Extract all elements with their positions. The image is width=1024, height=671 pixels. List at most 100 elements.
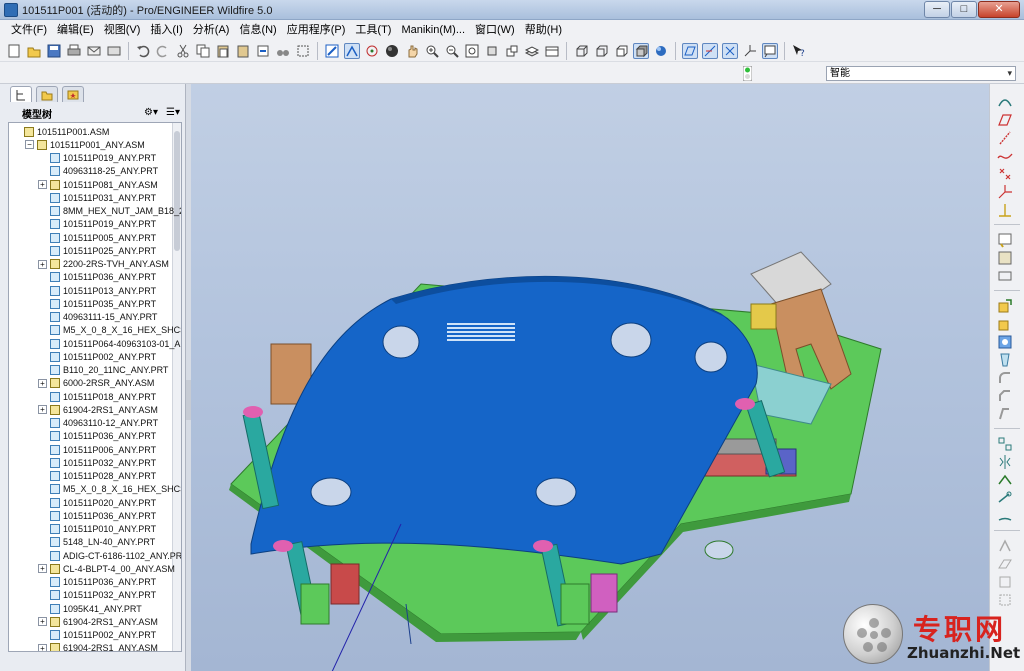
tree-row[interactable]: 101511P006_ANY.PRT (50, 443, 156, 456)
find-icon[interactable] (275, 43, 291, 59)
tree-show-button[interactable]: ☰▾ (162, 106, 184, 120)
tree-expander[interactable]: + (38, 259, 47, 269)
tree-row[interactable]: 101511P010_ANY.PRT (50, 523, 156, 536)
menu-item[interactable]: 视图(V) (99, 20, 146, 40)
refit-icon[interactable] (464, 43, 480, 59)
tree-row[interactable]: 101511P036_ANY.PRT (50, 576, 156, 589)
tree-row[interactable]: 40963110-12_ANY.PRT (50, 417, 158, 430)
open-folder-icon[interactable] (26, 43, 42, 59)
component-icon[interactable] (997, 250, 1013, 266)
context-help-icon[interactable]: ? (791, 43, 807, 59)
email-attach-icon[interactable] (106, 43, 122, 59)
tree-row[interactable]: 40963118-25_ANY.PRT (50, 165, 158, 178)
tree-row[interactable]: 101511P002_ANY.PRT (50, 350, 156, 363)
tree-row[interactable]: +6000-2RSR_ANY.ASM (38, 377, 154, 390)
save-icon[interactable] (46, 43, 62, 59)
solidify-icon[interactable] (997, 574, 1013, 590)
enhanced-realism-icon[interactable] (653, 43, 669, 59)
tree-row[interactable]: 101511P013_ANY.PRT (50, 284, 156, 297)
menu-item[interactable]: Manikin(M)... (396, 20, 470, 40)
tree-expander[interactable]: + (38, 378, 47, 388)
tree-row[interactable]: 101511P020_ANY.PRT (50, 496, 156, 509)
shading-icon[interactable] (633, 42, 649, 59)
extend-icon[interactable] (997, 508, 1013, 524)
hole-icon[interactable] (997, 334, 1013, 350)
mirror-icon[interactable] (997, 454, 1013, 470)
trim-icon[interactable] (997, 490, 1013, 506)
display-style-icon[interactable] (384, 43, 400, 59)
tree-expander[interactable]: + (38, 180, 47, 189)
wireframe-icon[interactable] (573, 43, 589, 59)
tree-row[interactable]: +2200-2RS-TVH_ANY.ASM (38, 258, 169, 271)
repaint-icon[interactable] (324, 43, 340, 59)
tree-expander[interactable]: + (38, 617, 47, 627)
menu-item[interactable]: 编辑(E) (52, 20, 99, 40)
tree-row[interactable]: B110_20_11NC_ANY.PRT (50, 364, 168, 377)
regenerate-icon[interactable] (255, 43, 271, 59)
minimize-button[interactable]: ─ (924, 0, 950, 18)
cut-icon[interactable] (175, 43, 191, 59)
undo-icon[interactable] (135, 43, 151, 59)
tree-row[interactable]: M5_X_0_8_X_16_HEX_SHCS_AN (50, 483, 181, 496)
tree-expander[interactable]: + (38, 405, 47, 415)
chamfer-icon[interactable] (997, 388, 1013, 404)
datum-sketch-icon[interactable] (997, 94, 1013, 110)
tree-row[interactable]: 1095K41_ANY.PRT (50, 602, 142, 615)
selection-filter-select[interactable]: 智能 (826, 66, 1016, 81)
no-hidden-icon[interactable] (613, 43, 629, 59)
saved-views-icon[interactable] (504, 43, 520, 59)
paste-special-icon[interactable] (235, 43, 251, 59)
datum-axes-icon[interactable] (702, 42, 718, 59)
merge-icon[interactable] (997, 472, 1013, 488)
pan-hand-icon[interactable] (404, 43, 420, 59)
menu-item[interactable]: 分析(A) (188, 20, 235, 40)
tree-row[interactable]: 101511P001.ASM (24, 125, 109, 138)
tree-row[interactable]: +61904-2RS1_ANY.ASM (38, 615, 158, 628)
tree-row[interactable]: 101511P036_ANY.PRT (50, 271, 156, 284)
skeleton-icon[interactable] (997, 268, 1013, 284)
close-button[interactable]: ✕ (978, 0, 1020, 18)
zoom-in-icon[interactable] (424, 43, 440, 59)
tree-row[interactable]: +61904-2RS1_ANY.ASM (38, 403, 158, 416)
tree-row[interactable]: 101511P005_ANY.PRT (50, 231, 156, 244)
datum-plane-icon[interactable] (997, 112, 1013, 128)
graphics-viewport[interactable] (191, 84, 989, 671)
tab-favorites[interactable] (62, 86, 84, 102)
zoom-out-icon[interactable] (444, 43, 460, 59)
select-box-icon[interactable] (295, 43, 311, 59)
datum-points-icon[interactable] (722, 42, 738, 59)
maximize-button[interactable]: □ (951, 0, 977, 18)
paste-icon[interactable] (215, 43, 231, 59)
tree-row[interactable]: 101511P036_ANY.PRT (50, 509, 156, 522)
tree-row[interactable]: 101511P064-40963103-01_ANY (50, 337, 181, 350)
pattern-icon[interactable] (997, 436, 1013, 452)
tree-row[interactable]: + CL-4-BLPT-4_00_ANY.ASM (38, 562, 175, 575)
new-file-icon[interactable] (6, 43, 22, 59)
datum-axis-icon[interactable] (997, 130, 1013, 146)
tree-row[interactable]: 101511P028_ANY.PRT (50, 470, 156, 483)
tree-row[interactable]: − 101511P001_ANY.ASM (25, 138, 145, 151)
tree-row[interactable]: 101511P032_ANY.PRT (50, 456, 156, 469)
tree-row[interactable]: 101511P019_ANY.PRT (50, 218, 156, 231)
tree-row[interactable]: 101511P032_ANY.PRT (50, 589, 156, 602)
copy-icon[interactable] (195, 43, 211, 59)
menu-item[interactable]: 插入(I) (145, 20, 187, 40)
offset-icon[interactable] (997, 556, 1013, 572)
tree-row[interactable]: 101511P002_ANY.PRT (50, 629, 156, 642)
orient-mode-icon[interactable] (344, 42, 360, 59)
reorient-icon[interactable] (484, 43, 500, 59)
tree-scrollbar-thumb[interactable] (174, 131, 180, 251)
analysis-feature-icon[interactable] (997, 202, 1013, 218)
menu-item[interactable]: 帮助(H) (520, 20, 567, 40)
tree-expander[interactable]: − (25, 140, 34, 150)
coordinate-systems-icon[interactable] (742, 43, 758, 59)
tree-expander[interactable]: + (38, 564, 47, 574)
tree-row[interactable]: 101511P031_ANY.PRT (50, 191, 156, 204)
tree-row[interactable]: M5_X_0_8_X_16_HEX_SHCS_AN (50, 324, 181, 337)
extrude-cut-icon[interactable] (997, 352, 1013, 368)
tree-row[interactable]: 101511P018_ANY.PRT (50, 390, 156, 403)
tree-row[interactable]: 101511P019_ANY.PRT (50, 152, 156, 165)
coordinate-system-icon[interactable] (997, 184, 1013, 200)
tree-row[interactable]: 8MM_HEX_NUT_JAM_B18_2_4 (50, 205, 181, 218)
tree-row[interactable]: +61904-2RS1_ANY.ASM (38, 642, 158, 651)
